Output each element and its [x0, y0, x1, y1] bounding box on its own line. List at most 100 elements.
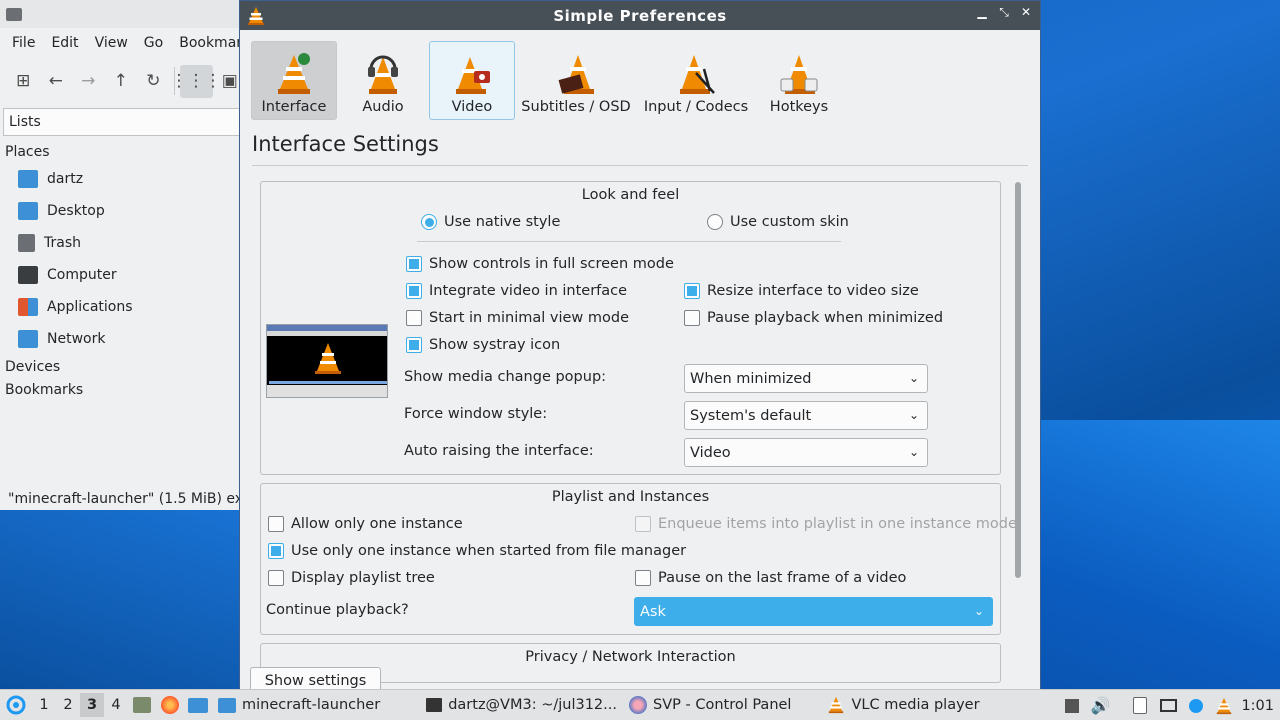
playlist-tree-checkbox[interactable]: Display playlist tree [268, 570, 435, 586]
one-instance-checkbox[interactable]: Allow only one instance [268, 516, 463, 532]
trash-icon [18, 234, 35, 252]
applications-icon [18, 298, 38, 316]
checkbox-label: Start in minimal view mode [429, 310, 629, 326]
enqueue-checkbox: Enqueue items into playlist in one insta… [635, 516, 1017, 532]
place-label: Computer [47, 267, 117, 283]
menu-view[interactable]: View [87, 35, 136, 51]
menu-go[interactable]: Go [136, 35, 171, 51]
category-video[interactable]: Video [429, 41, 515, 120]
systray-checkbox[interactable]: Show systray icon [406, 337, 560, 353]
checkbox-indicator [635, 516, 651, 532]
update-notifier-icon[interactable] [1185, 695, 1207, 717]
category-label: Video [451, 99, 493, 115]
place-computer[interactable]: Computer [0, 259, 245, 291]
up-arrow-icon[interactable]: ↑ [106, 65, 137, 98]
place-desktop[interactable]: Desktop [0, 195, 245, 227]
reload-icon[interactable]: ↻ [138, 65, 169, 98]
clipboard-icon[interactable] [1129, 695, 1151, 717]
vlc-preferences-window: Simple Preferences ▁ ⤡ ✕ Interface Audio… [239, 0, 1041, 690]
fullscreen-controls-checkbox[interactable]: Show controls in full screen mode [406, 256, 674, 272]
file-manager-toolbar: ⊞ ← → ↑ ↻ ⋮⋮⋮ ▣ [0, 58, 245, 104]
menu-file[interactable]: File [4, 35, 43, 51]
checkbox-indicator [684, 283, 700, 299]
place-applications[interactable]: Applications [0, 291, 245, 323]
show-desktop-icon[interactable] [184, 693, 212, 717]
network-folder-icon [18, 330, 38, 348]
workspace-2[interactable]: 2 [56, 697, 80, 713]
devices-header[interactable]: Devices [0, 355, 245, 378]
desktop-wallpaper-lower [0, 505, 260, 695]
resize-interface-checkbox[interactable]: Resize interface to video size [684, 283, 919, 299]
category-label: Hotkeys [769, 99, 829, 115]
menu-edit[interactable]: Edit [43, 35, 86, 51]
workspace-1[interactable]: 1 [32, 697, 56, 713]
close-icon[interactable]: ✕ [1016, 5, 1036, 20]
media-change-select[interactable]: When minimized ⌄ [684, 364, 928, 393]
category-subtitles[interactable]: Subtitles / OSD [515, 41, 637, 120]
task-minecraft-launcher[interactable]: minecraft-launcher [212, 690, 386, 720]
place-trash[interactable]: Trash [0, 227, 245, 259]
start-menu-button[interactable] [0, 690, 32, 720]
checkbox-indicator [406, 337, 422, 353]
clock[interactable]: 1:01 [1241, 698, 1274, 714]
back-arrow-icon[interactable]: ← [41, 65, 72, 98]
subtitles-cone-icon [558, 55, 594, 94]
category-input-codecs[interactable]: Input / Codecs [637, 41, 755, 120]
new-tab-icon[interactable]: ⊞ [8, 65, 39, 98]
places-header[interactable]: Places [0, 140, 245, 163]
place-label: Applications [47, 299, 133, 315]
pause-minimized-checkbox[interactable]: Pause playback when minimized [684, 310, 943, 326]
workspace-4[interactable]: 4 [104, 697, 128, 713]
category-interface[interactable]: Interface [251, 41, 337, 120]
place-dartz[interactable]: dartz [0, 163, 245, 195]
continue-playback-select[interactable]: Ask ⌄ [634, 597, 993, 626]
minimize-icon[interactable]: ▁ [972, 5, 992, 20]
chevron-down-icon: ⌄ [973, 604, 984, 618]
show-settings-button[interactable]: Show settings [250, 667, 381, 689]
volume-icon[interactable]: 🔊 [1089, 695, 1111, 717]
native-style-radio[interactable]: Use native style [421, 214, 560, 230]
task-label: dartz@VM3: ~/jul312... [448, 697, 617, 713]
icon-view-icon[interactable]: ⋮⋮⋮ [171, 64, 222, 98]
file-manager-statusbar: "minecraft-launcher" (1.5 MiB) executabl… [8, 491, 245, 507]
bookmarks-header[interactable]: Bookmarks [0, 378, 245, 401]
task-terminal[interactable]: dartz@VM3: ~/jul312... [420, 690, 623, 720]
integrate-video-checkbox[interactable]: Integrate video in interface [406, 283, 627, 299]
forward-arrow-icon[interactable]: → [73, 65, 104, 98]
display-icon[interactable] [1157, 695, 1179, 717]
side-pane-mode-select[interactable]: Lists [3, 108, 242, 136]
menu-bookmarks[interactable]: Bookmarks [171, 35, 245, 51]
vlc-tray-icon[interactable] [1213, 695, 1235, 717]
checkbox-label: Allow only one instance [291, 516, 463, 532]
category-hotkeys[interactable]: Hotkeys [755, 41, 843, 120]
system-tray: 🔊 1:01 [1061, 690, 1280, 720]
task-vlc[interactable]: VLC media player [821, 690, 985, 720]
place-network[interactable]: Network [0, 323, 245, 355]
radio-label: Use custom skin [730, 214, 849, 230]
file-manager-menubar: File Edit View Go Bookmarks [0, 28, 245, 58]
file-manager-window: File Edit View Go Bookmarks ⊞ ← → ↑ ↻ ⋮⋮… [0, 0, 246, 510]
window-style-label: Force window style: [404, 406, 547, 422]
scrollbar-thumb[interactable] [1015, 182, 1021, 578]
tray-handle-icon[interactable] [1061, 695, 1083, 717]
lxqt-logo-icon [6, 695, 26, 715]
checkbox-indicator [268, 543, 284, 559]
auto-raise-select[interactable]: Video ⌄ [684, 438, 928, 467]
firefox-launcher-icon[interactable] [156, 693, 184, 717]
continue-playback-label: Continue playback? [266, 602, 409, 618]
workspace-3[interactable]: 3 [80, 693, 104, 717]
category-label: Audio [362, 99, 404, 115]
minimal-view-checkbox[interactable]: Start in minimal view mode [406, 310, 629, 326]
file-manager-launcher-icon[interactable] [128, 693, 156, 717]
window-style-select[interactable]: System's default ⌄ [684, 401, 928, 430]
radio-indicator [421, 214, 437, 230]
task-svp[interactable]: SVP - Control Panel [623, 690, 797, 720]
category-audio[interactable]: Audio [337, 41, 429, 120]
pause-last-frame-checkbox[interactable]: Pause on the last frame of a video [635, 570, 906, 586]
computer-icon [18, 266, 38, 284]
file-manager-instance-checkbox[interactable]: Use only one instance when started from … [268, 543, 686, 559]
restore-icon[interactable]: ⤡ [994, 5, 1014, 20]
checkbox-label: Display playlist tree [291, 570, 435, 586]
custom-skin-radio[interactable]: Use custom skin [707, 214, 849, 230]
checkbox-label: Resize interface to video size [707, 283, 919, 299]
